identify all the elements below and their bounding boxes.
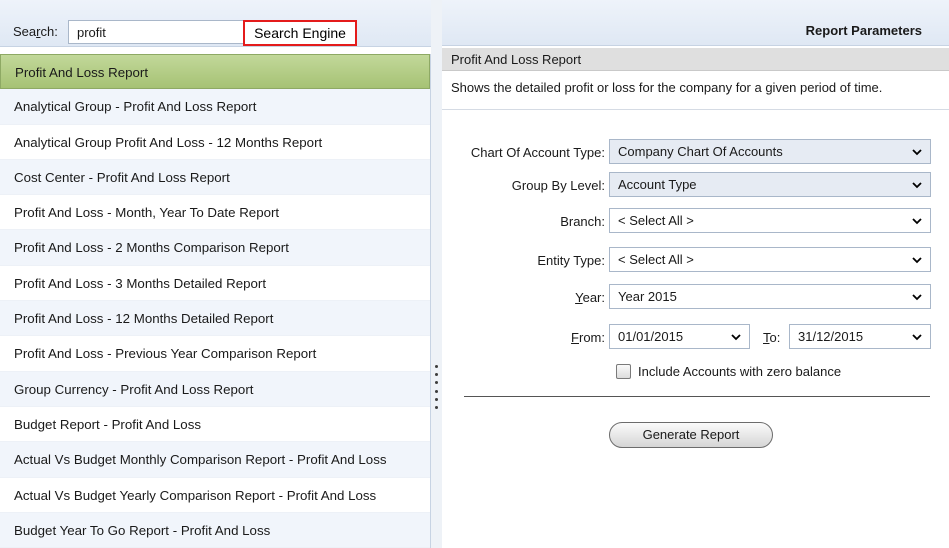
report-list-item[interactable]: Analytical Group - Profit And Loss Repor… [0, 89, 430, 125]
report-list-item[interactable]: Budget Report - Profit And Loss [0, 406, 430, 443]
report-list-item[interactable]: Profit And Loss Report [0, 54, 430, 90]
chevron-down-icon [731, 334, 741, 341]
report-list-item[interactable]: Actual Vs Budget Monthly Comparison Repo… [0, 442, 430, 478]
zero-balance-label: Include Accounts with zero balance [638, 364, 842, 379]
report-parameters-panel: Report Parameters Profit And Loss Report… [442, 0, 949, 548]
report-list-panel: Search: Search Engine Profit And Loss Re… [0, 0, 431, 548]
chevron-down-icon [912, 257, 922, 264]
chevron-down-icon [912, 334, 922, 341]
chevron-down-icon [912, 218, 922, 225]
to-date-value: 31/12/2015 [798, 329, 864, 344]
chevron-down-icon [912, 149, 922, 156]
divider [464, 396, 930, 397]
chevron-down-icon [912, 294, 922, 301]
entity-type-label: Entity Type: [537, 253, 605, 268]
panel-splitter[interactable] [431, 0, 442, 548]
report-list-item[interactable]: Profit And Loss - 12 Months Detailed Rep… [0, 301, 430, 337]
report-list-item[interactable]: Profit And Loss - 2 Months Comparison Re… [0, 230, 430, 266]
report-list-item[interactable]: Profit And Loss - Month, Year To Date Re… [0, 195, 430, 231]
year-label: Year: [575, 290, 605, 305]
selected-report-name: Profit And Loss Report [442, 48, 949, 71]
to-date-select[interactable]: 31/12/2015 [789, 324, 931, 349]
group-by-level-value: Account Type [618, 177, 697, 192]
from-date-select[interactable]: 01/01/2015 [609, 324, 750, 349]
search-bar: Search: Search Engine [0, 0, 431, 47]
chart-of-account-type-select[interactable]: Company Chart Of Accounts [609, 139, 931, 164]
report-list-item[interactable]: Profit And Loss - Previous Year Comparis… [0, 336, 430, 372]
report-list-item[interactable]: Group Currency - Profit And Loss Report [0, 371, 430, 407]
report-list-item[interactable]: Cost Center - Profit And Loss Report [0, 159, 430, 196]
report-list-item[interactable]: Profit And Loss - 3 Months Detailed Repo… [0, 265, 430, 302]
chart-of-account-type-value: Company Chart Of Accounts [618, 144, 783, 159]
zero-balance-option[interactable]: Include Accounts with zero balance [616, 364, 841, 379]
year-select[interactable]: Year 2015 [609, 284, 931, 309]
group-by-level-label: Group By Level: [511, 178, 605, 193]
report-list-item[interactable]: Analytical Group Profit And Loss - 12 Mo… [0, 124, 430, 160]
from-date-value: 01/01/2015 [618, 329, 684, 344]
report-list-item[interactable]: Actual Vs Budget Yearly Comparison Repor… [0, 477, 430, 513]
entity-type-select[interactable]: < Select All > [609, 247, 931, 272]
branch-select[interactable]: < Select All > [609, 208, 931, 233]
branch-label: Branch: [560, 214, 605, 229]
from-label: From: [571, 330, 605, 345]
to-label: To: [763, 330, 781, 345]
search-label: Search: [13, 24, 58, 39]
splitter-grip-icon[interactable] [434, 365, 438, 409]
branch-value: < Select All > [618, 213, 694, 228]
zero-balance-checkbox[interactable] [616, 364, 631, 379]
chevron-down-icon [912, 182, 922, 189]
divider [442, 109, 949, 110]
year-value: Year 2015 [618, 289, 677, 304]
search-engine-callout: Search Engine [243, 20, 357, 46]
entity-type-value: < Select All > [618, 252, 694, 267]
report-description: Shows the detailed profit or loss for th… [451, 80, 883, 95]
generate-report-button[interactable]: Generate Report [609, 422, 773, 448]
parameters-title: Report Parameters [805, 23, 922, 38]
report-list-item[interactable]: Budget Year To Go Report - Profit And Lo… [0, 512, 430, 548]
report-list: Profit And Loss Report Analytical Group -… [0, 54, 431, 548]
group-by-level-select[interactable]: Account Type [609, 172, 931, 197]
chart-of-account-type-label: Chart Of Account Type: [470, 145, 605, 160]
parameters-header: Report Parameters [442, 0, 949, 46]
